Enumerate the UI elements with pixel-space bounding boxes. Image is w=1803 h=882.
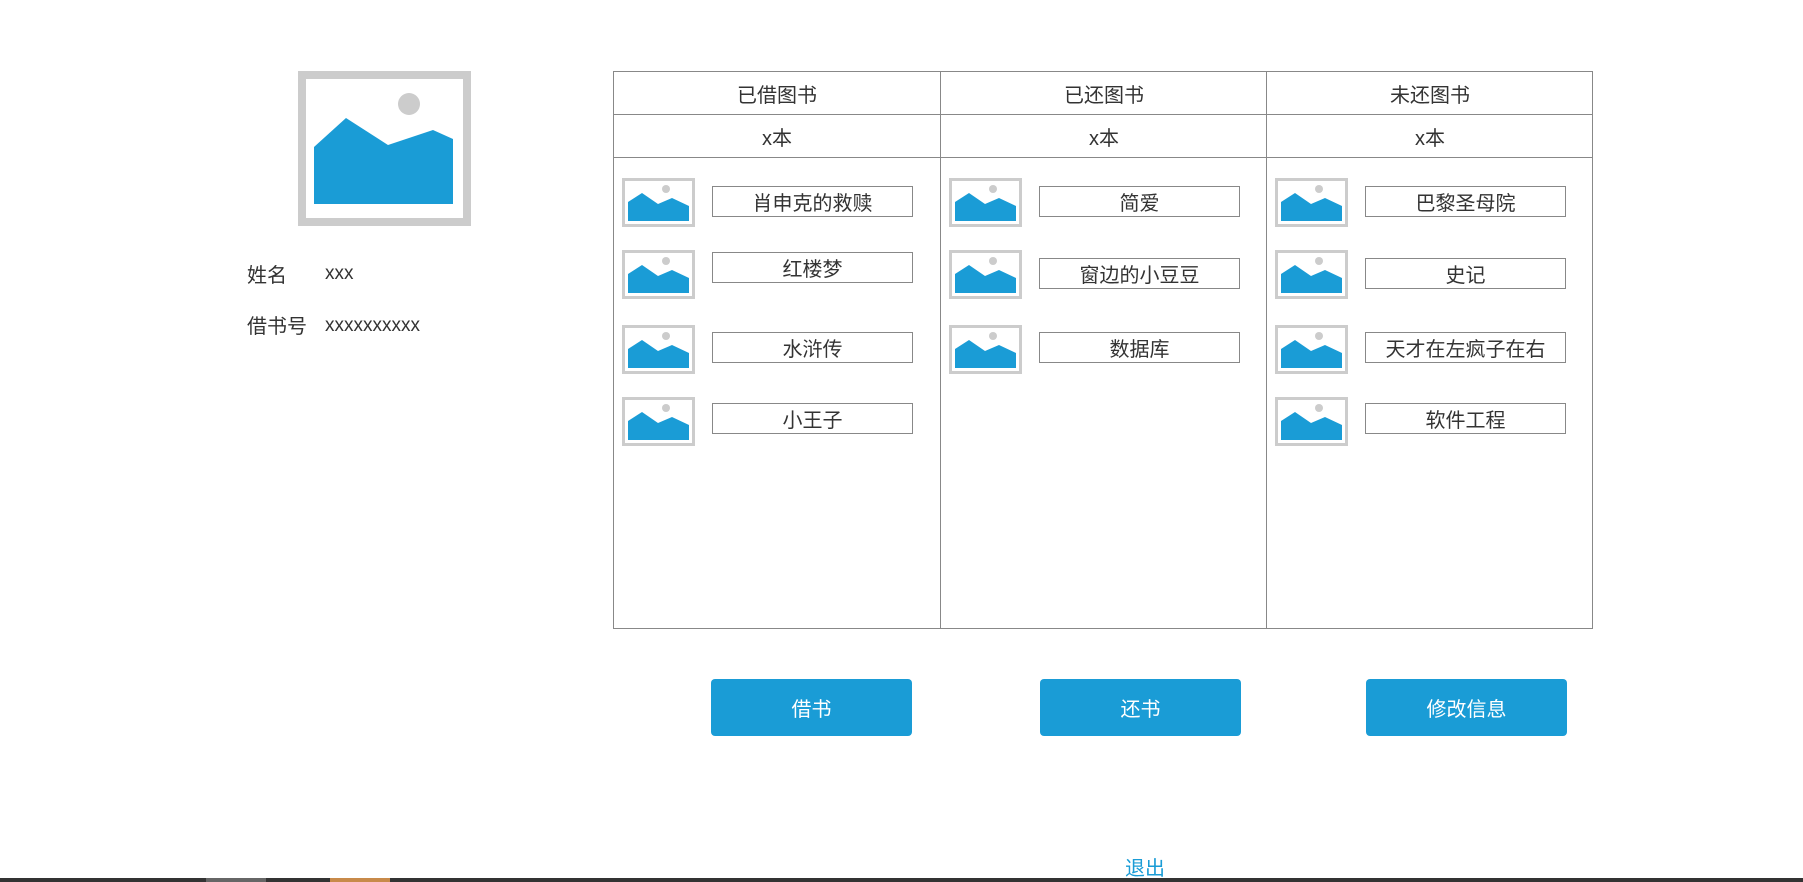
book-cover-icon — [1275, 325, 1348, 374]
unreturned-count: x本 — [1267, 115, 1593, 158]
book-title[interactable]: 小王子 — [712, 403, 913, 434]
name-value: xxx — [325, 263, 354, 284]
book-item[interactable]: 天才在左疯子在右 — [1275, 325, 1585, 374]
book-cover-icon — [622, 397, 695, 446]
card-number-label: 借书号 — [247, 316, 307, 338]
book-title[interactable]: 数据库 — [1039, 332, 1240, 363]
book-title[interactable]: 天才在左疯子在右 — [1365, 332, 1566, 363]
borrowed-column: 已借图书 x本 肖申克的救赎 红楼梦 水浒传 小王子 — [614, 72, 940, 628]
book-title[interactable]: 窗边的小豆豆 — [1039, 258, 1240, 289]
book-item[interactable]: 肖申克的救赎 — [622, 178, 932, 227]
bottom-bar-segment — [206, 878, 266, 882]
book-table: 已借图书 x本 肖申克的救赎 红楼梦 水浒传 小王子 已还图书 x本 简爱 窗边… — [613, 71, 1593, 629]
return-button[interactable]: 还书 — [1040, 679, 1241, 736]
book-title[interactable]: 红楼梦 — [712, 252, 913, 283]
name-label: 姓名 — [247, 265, 287, 287]
unreturned-header: 未还图书 — [1267, 72, 1593, 115]
logout-link[interactable]: 退出 — [1125, 852, 1165, 881]
book-item[interactable]: 巴黎圣母院 — [1275, 178, 1585, 227]
book-cover-icon — [622, 250, 695, 299]
book-item[interactable]: 史记 — [1275, 250, 1585, 299]
book-cover-icon — [622, 178, 695, 227]
book-cover-icon — [622, 325, 695, 374]
image-placeholder-icon — [314, 93, 453, 204]
book-title[interactable]: 简爱 — [1039, 186, 1240, 217]
book-item[interactable]: 窗边的小豆豆 — [949, 250, 1259, 299]
book-item[interactable]: 简爱 — [949, 178, 1259, 227]
borrow-button[interactable]: 借书 — [711, 679, 912, 736]
edit-info-button[interactable]: 修改信息 — [1366, 679, 1567, 736]
book-cover-icon — [1275, 178, 1348, 227]
book-title[interactable]: 巴黎圣母院 — [1365, 186, 1566, 217]
book-cover-icon — [949, 325, 1022, 374]
book-item[interactable]: 数据库 — [949, 325, 1259, 374]
book-title[interactable]: 史记 — [1365, 258, 1566, 289]
bottom-bar — [0, 878, 1803, 882]
book-item[interactable]: 水浒传 — [622, 325, 932, 374]
book-cover-icon — [1275, 397, 1348, 446]
book-item[interactable]: 小王子 — [622, 397, 932, 446]
book-title[interactable]: 肖申克的救赎 — [712, 186, 913, 217]
book-title[interactable]: 水浒传 — [712, 332, 913, 363]
borrowed-count: x本 — [614, 115, 940, 158]
returned-column: 已还图书 x本 简爱 窗边的小豆豆 数据库 — [940, 72, 1267, 628]
avatar-image — [298, 71, 471, 226]
bottom-bar-segment — [330, 878, 390, 882]
book-cover-icon — [949, 250, 1022, 299]
book-cover-icon — [949, 178, 1022, 227]
returned-header: 已还图书 — [941, 72, 1267, 115]
book-item[interactable]: 软件工程 — [1275, 397, 1585, 446]
card-number-value: xxxxxxxxxx — [325, 315, 420, 336]
book-title[interactable]: 软件工程 — [1365, 403, 1566, 434]
returned-count: x本 — [941, 115, 1267, 158]
book-item[interactable]: 红楼梦 — [622, 250, 932, 299]
unreturned-column: 未还图书 x本 巴黎圣母院 史记 天才在左疯子在右 软件工程 — [1266, 72, 1593, 628]
borrowed-header: 已借图书 — [614, 72, 940, 115]
book-cover-icon — [1275, 250, 1348, 299]
